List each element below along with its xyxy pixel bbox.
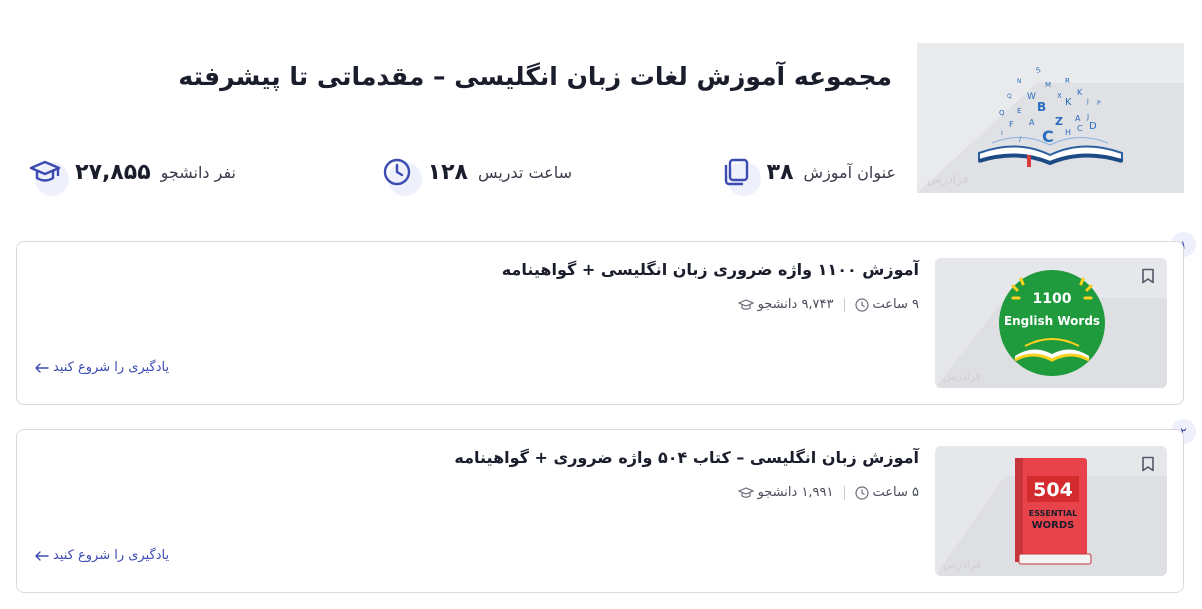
stat-teaching-hours: ۱۲۸ ساعت تدریس — [378, 152, 572, 196]
thumbnail-title-line1: 504 — [1033, 479, 1073, 501]
stat-course-count-value: ۳۸ — [766, 159, 794, 185]
course-students: ۹,۷۴۳ دانشجو — [737, 297, 834, 312]
svg-text:X: X — [1057, 92, 1062, 100]
svg-text:فرادرس: فرادرس — [943, 370, 981, 383]
watermark-text: فرادرس — [927, 172, 968, 187]
course-students: ۱,۹۹۱ دانشجو — [737, 485, 834, 500]
books-icon — [717, 152, 761, 196]
svg-text:Q: Q — [999, 109, 1005, 117]
start-learning-link[interactable]: یادگیری را شروع کنید — [35, 548, 169, 563]
graduation-cap-icon — [25, 152, 70, 196]
svg-text:Q: Q — [1007, 93, 1012, 100]
start-learning-link[interactable]: یادگیری را شروع کنید — [35, 360, 169, 375]
svg-text:Z: Z — [1055, 115, 1063, 128]
graduation-cap-icon — [737, 298, 754, 310]
svg-text:N: N — [1017, 78, 1022, 85]
course-card[interactable]: 504 ESSENTIAL WORDS فرادرس آموزش زبان ان… — [16, 429, 1184, 593]
svg-text:J: J — [1086, 113, 1089, 121]
collection-cover-image: S N M R Q W X K Q E B K J P F A Z A J I … — [917, 43, 1184, 193]
course-duration: ۹ ساعت — [854, 297, 919, 312]
svg-text:C: C — [1042, 127, 1054, 146]
svg-text:P: P — [1097, 100, 1101, 107]
svg-text:D: D — [1089, 121, 1097, 132]
svg-text:C: C — [1077, 124, 1083, 133]
thumbnail-title-line3: WORDS — [1032, 520, 1075, 531]
clock-icon — [854, 485, 869, 500]
svg-text:K: K — [1065, 97, 1072, 108]
thumbnail-title-line1: 1100 — [1033, 291, 1072, 307]
stat-course-count-label: عنوان آموزش — [803, 162, 896, 182]
svg-text:S: S — [1035, 66, 1042, 75]
stat-teaching-hours-value: ۱۲۸ — [427, 159, 468, 185]
course-card[interactable]: 1100 English Words فرادرس آموزش ۱۱۰۰ واژ… — [16, 241, 1184, 405]
svg-text:I: I — [1001, 130, 1003, 137]
course-meta: ۹,۷۴۳ دانشجو ۹ ساعت — [737, 297, 919, 312]
svg-text:R: R — [1065, 77, 1070, 85]
bookmark-icon[interactable] — [1141, 268, 1155, 288]
svg-text:W: W — [1027, 92, 1036, 102]
stat-student-count: ۲۷,۸۵۵ نفر دانشجو — [25, 152, 236, 196]
svg-text:J: J — [1086, 98, 1089, 105]
course-title[interactable]: آموزش زبان انگلیسی – کتاب ۵۰۴ واژه ضروری… — [454, 448, 919, 467]
bookmark-icon[interactable] — [1141, 456, 1155, 476]
thumbnail-title-line2: English Words — [1004, 314, 1100, 328]
graduation-cap-icon — [737, 486, 754, 498]
clock-icon — [378, 152, 422, 196]
svg-text:K: K — [1077, 88, 1083, 97]
course-meta: ۱,۹۹۱ دانشجو ۵ ساعت — [737, 485, 919, 500]
course-thumbnail[interactable]: 504 ESSENTIAL WORDS فرادرس — [935, 446, 1167, 576]
svg-text:A: A — [1075, 114, 1081, 123]
course-title[interactable]: آموزش ۱۱۰۰ واژه ضروری زبان انگلیسی + گوا… — [502, 260, 919, 279]
svg-text:F: F — [1009, 120, 1014, 129]
svg-text:B: B — [1037, 100, 1046, 114]
arrow-left-icon — [35, 550, 49, 561]
stat-teaching-hours-label: ساعت تدریس — [477, 162, 572, 182]
page-title: مجموعه آموزش لغات زبان انگلیسی – مقدماتی… — [178, 62, 892, 91]
stat-student-count-value: ۲۷,۸۵۵ — [75, 159, 151, 185]
arrow-left-icon — [35, 362, 49, 373]
thumbnail-title-line2: ESSENTIAL — [1029, 509, 1078, 518]
svg-text:A: A — [1029, 118, 1035, 127]
svg-text:E: E — [1017, 107, 1021, 115]
svg-text:فرادرس: فرادرس — [943, 558, 981, 571]
course-duration: ۵ ساعت — [854, 485, 919, 500]
svg-text:M: M — [1045, 81, 1051, 89]
stat-course-count: ۳۸ عنوان آموزش — [717, 152, 896, 196]
clock-icon — [854, 297, 869, 312]
stat-student-count-label: نفر دانشجو — [160, 162, 236, 182]
course-thumbnail[interactable]: 1100 English Words فرادرس — [935, 258, 1167, 388]
svg-text:H: H — [1065, 128, 1071, 137]
